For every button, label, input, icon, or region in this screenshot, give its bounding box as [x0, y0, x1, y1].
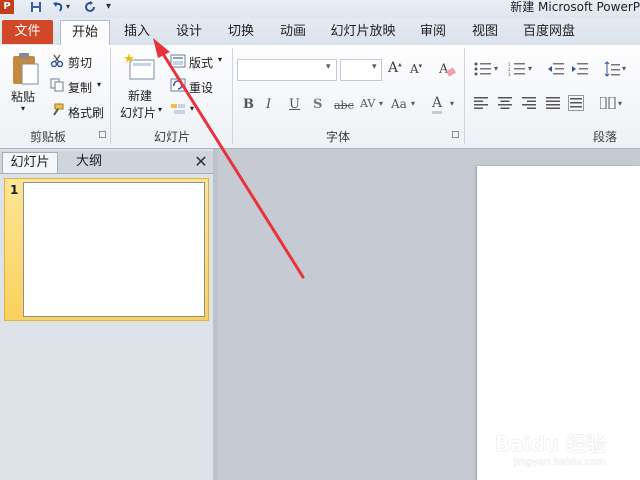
layout-icon[interactable]: [170, 54, 186, 68]
columns-icon[interactable]: [600, 97, 616, 109]
new-slide-button[interactable]: 幻灯片: [120, 104, 156, 121]
tab-baidu-netdisk[interactable]: 百度网盘: [518, 20, 580, 44]
tab-slideshow[interactable]: 幻灯片放映: [326, 20, 400, 44]
section-dropdown-icon[interactable]: ▾: [190, 104, 194, 113]
font-group-label: 字体: [325, 130, 350, 144]
paste-button[interactable]: 粘贴: [11, 88, 35, 105]
new-slide-icon[interactable]: [124, 52, 156, 82]
bullets-icon[interactable]: [474, 62, 492, 76]
tab-file[interactable]: 文件: [2, 20, 53, 44]
tab-animations[interactable]: 动画: [274, 20, 312, 44]
undo-icon[interactable]: [52, 1, 64, 13]
clear-formatting-icon[interactable]: A: [438, 60, 456, 78]
undo-dropdown-icon[interactable]: ▾: [66, 2, 70, 11]
copy-dropdown-icon[interactable]: ▾: [97, 80, 101, 89]
tab-transitions[interactable]: 切换: [222, 20, 260, 44]
numbering-icon[interactable]: 123: [508, 62, 526, 76]
line-spacing-dropdown-icon[interactable]: ▾: [622, 64, 626, 73]
paste-icon[interactable]: [10, 52, 40, 86]
window-title: 新建 Microsoft PowerP: [510, 0, 640, 14]
bullets-dropdown-icon[interactable]: ▾: [494, 64, 498, 73]
group-separator: [232, 48, 233, 144]
tab-review[interactable]: 审阅: [414, 20, 452, 44]
new-slide-dropdown-icon[interactable]: ▾: [158, 105, 162, 114]
decrease-indent-icon[interactable]: [548, 62, 564, 76]
reset-icon[interactable]: [170, 78, 186, 92]
change-case-dropdown-icon[interactable]: ▾: [411, 99, 415, 108]
cut-icon[interactable]: [50, 54, 64, 68]
section-icon[interactable]: [170, 102, 186, 116]
customize-qat-icon[interactable]: ▾: [106, 1, 111, 12]
tab-slides[interactable]: 幻灯片: [2, 152, 58, 173]
group-separator: [464, 48, 465, 144]
text-shadow-icon[interactable]: S: [313, 97, 322, 112]
paste-dropdown-icon[interactable]: ▾: [21, 104, 25, 113]
bold-icon[interactable]: B: [243, 97, 254, 112]
character-spacing-dropdown-icon[interactable]: ▾: [379, 99, 383, 108]
justify-icon[interactable]: [546, 97, 560, 109]
align-left-icon[interactable]: [474, 97, 488, 109]
copy-button[interactable]: 复制: [68, 79, 92, 96]
tab-insert[interactable]: 插入: [118, 20, 156, 44]
underline-icon[interactable]: U: [289, 97, 300, 112]
slide-number: 1: [10, 183, 19, 197]
format-painter-button[interactable]: 格式刷: [68, 104, 104, 121]
new-slide-label-top[interactable]: 新建: [128, 87, 152, 104]
tab-home[interactable]: 开始: [60, 20, 110, 46]
font-color-icon[interactable]: A: [432, 95, 443, 114]
font-size-dropdown-icon[interactable]: ▾: [372, 62, 377, 72]
format-painter-icon[interactable]: [50, 103, 64, 117]
slides-group-label: 幻灯片: [153, 130, 190, 144]
font-launcher-icon[interactable]: [452, 131, 459, 138]
tab-design[interactable]: 设计: [170, 20, 208, 44]
increase-indent-icon[interactable]: [572, 62, 588, 76]
layout-dropdown-icon[interactable]: ▾: [218, 55, 222, 64]
svg-text:3: 3: [508, 72, 511, 76]
align-right-icon[interactable]: [522, 97, 536, 109]
numbering-dropdown-icon[interactable]: ▾: [528, 64, 532, 73]
watermark-url: jingyan.baidu.com: [513, 457, 606, 468]
columns-dropdown-icon[interactable]: ▾: [618, 99, 622, 108]
group-separator: [110, 48, 111, 144]
character-spacing-icon[interactable]: AV: [360, 97, 375, 110]
watermark: Baidu 经验 jingyan.baidu.com: [495, 428, 606, 468]
shrink-font-icon[interactable]: A▾: [410, 62, 422, 76]
clipboard-launcher-icon[interactable]: [99, 131, 106, 138]
align-center-icon[interactable]: [498, 97, 512, 109]
redo-icon[interactable]: [84, 1, 96, 13]
reset-button[interactable]: 重设: [189, 79, 213, 96]
strikethrough-icon[interactable]: abc: [334, 99, 354, 112]
powerpoint-app-icon[interactable]: P: [0, 0, 14, 14]
close-panel-icon[interactable]: ✕: [193, 152, 209, 172]
change-case-icon[interactable]: Aa: [391, 97, 407, 111]
italic-icon[interactable]: I: [266, 97, 271, 112]
line-spacing-icon[interactable]: [604, 61, 620, 77]
layout-button[interactable]: 版式: [189, 54, 213, 71]
tab-view[interactable]: 视图: [466, 20, 504, 44]
distributed-icon[interactable]: [568, 95, 584, 111]
watermark-logo: Baidu 经验: [494, 432, 606, 456]
grow-font-icon[interactable]: A▴: [388, 60, 402, 76]
font-color-dropdown-icon[interactable]: ▾: [450, 99, 454, 108]
tab-outline[interactable]: 大纲: [62, 152, 116, 173]
svg-text:A: A: [438, 62, 449, 77]
save-icon[interactable]: [30, 1, 42, 13]
copy-icon[interactable]: [50, 78, 64, 92]
font-name-select[interactable]: [237, 59, 337, 81]
paragraph-group-label: 段落: [592, 130, 617, 144]
clipboard-group-label: 剪贴板: [29, 130, 66, 144]
font-name-dropdown-icon[interactable]: ▾: [326, 62, 331, 72]
slide-thumbnail[interactable]: [23, 182, 205, 317]
cut-button[interactable]: 剪切: [68, 54, 92, 71]
